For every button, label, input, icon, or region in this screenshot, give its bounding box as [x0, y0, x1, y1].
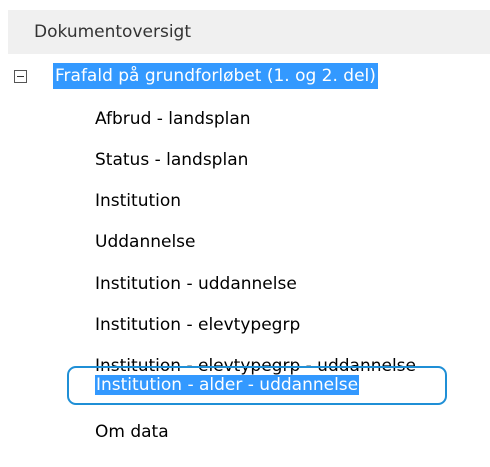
- tree-item-afbrud-landsplan[interactable]: Afbrud - landsplan: [95, 106, 251, 132]
- collapse-minus-icon[interactable]: [14, 70, 27, 83]
- tree-item-institution-alder-uddannelse[interactable]: Institution - alder - uddannelse: [95, 372, 360, 398]
- document-outline-title: Dokumentoversigt: [34, 22, 191, 42]
- tree-root-label[interactable]: Frafald på grundforløbet (1. og 2. del): [53, 63, 378, 89]
- tree-item-uddannelse[interactable]: Uddannelse: [95, 229, 196, 255]
- tree-item-institution[interactable]: Institution: [95, 188, 181, 214]
- tree-item-institution-uddannelse[interactable]: Institution - uddannelse: [95, 271, 297, 297]
- tree-root-row[interactable]: Frafald på grundforløbet (1. og 2. del): [0, 62, 490, 90]
- tree-item-status-landsplan[interactable]: Status - landsplan: [95, 147, 248, 173]
- tree-item-label: Status - landsplan: [95, 150, 249, 170]
- tree-item-label: Afbrud - landsplan: [95, 109, 251, 129]
- tree-item-label: Institution - uddannelse: [95, 274, 297, 294]
- tree-item-label: Uddannelse: [95, 232, 196, 252]
- tree-item-om-data[interactable]: Om data: [95, 419, 169, 445]
- document-outline-header: Dokumentoversigt: [8, 10, 490, 54]
- tree-item-label: Institution - alder - uddannelse: [95, 375, 360, 395]
- tree-item-institution-elevtypegrp[interactable]: Institution - elevtypegrp: [95, 312, 300, 338]
- tree-item-label: Om data: [95, 422, 169, 442]
- tree-item-label: Institution: [95, 191, 182, 211]
- tree-item-label: Institution - elevtypegrp: [95, 315, 301, 335]
